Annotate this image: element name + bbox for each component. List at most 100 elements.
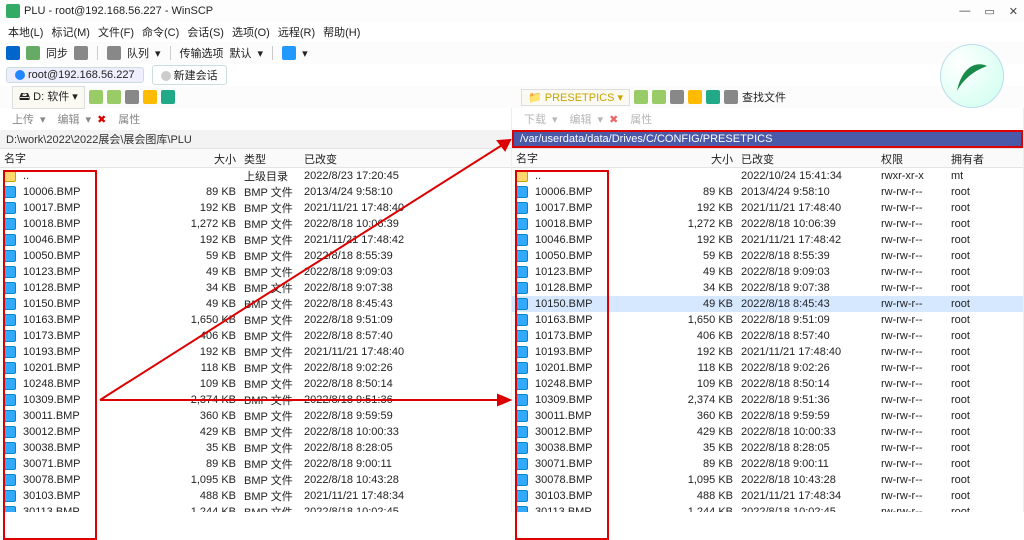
menu-mark[interactable]: 标记(M) (49, 24, 92, 40)
minimize-button[interactable]: — (959, 5, 970, 18)
bmp-file-icon (516, 410, 528, 422)
bmp-file-icon (516, 202, 528, 214)
props-button[interactable]: 属性 (118, 111, 140, 127)
bmp-file-icon (516, 330, 528, 342)
flag-icon[interactable] (6, 46, 20, 60)
rcol-size[interactable]: 大小 (677, 149, 737, 167)
folder-up-icon (4, 170, 16, 182)
rnav-back-icon[interactable] (634, 90, 648, 104)
local-file-list[interactable]: .. 上级目录2022/8/23 17:20:45 10006.BMP 89 K… (0, 168, 511, 512)
rrefresh-icon[interactable] (706, 90, 720, 104)
remote-file-list[interactable]: .. 2022/10/24 15:41:34 rwxr-xr-xmt 10006… (512, 168, 1023, 512)
bmp-file-icon (4, 330, 16, 342)
bmp-file-icon (516, 218, 528, 230)
rcol-name[interactable]: 名字 (512, 149, 677, 167)
bmp-file-icon (516, 490, 528, 502)
bmp-file-icon (4, 362, 16, 374)
local-drive[interactable]: 🖴 D: 软件 ▾ (12, 86, 85, 109)
col-date[interactable]: 已改变 (300, 149, 440, 167)
menu-file[interactable]: 文件(F) (96, 24, 136, 40)
bmp-file-icon (4, 250, 16, 262)
bmp-file-icon (4, 378, 16, 390)
bmp-file-icon (4, 474, 16, 486)
bmp-file-icon (516, 314, 528, 326)
local-header: 名字 大小 类型 已改变 (0, 148, 511, 168)
bmp-file-icon (516, 506, 528, 512)
col-name[interactable]: 名字 (0, 149, 180, 167)
rprops-button[interactable]: 属性 (630, 111, 652, 127)
rcol-date[interactable]: 已改变 (737, 149, 877, 167)
bmp-file-icon (4, 506, 16, 512)
col-size[interactable]: 大小 (180, 149, 240, 167)
bmp-file-icon (516, 378, 528, 390)
menu-options[interactable]: 选项(O) (230, 24, 272, 40)
rnav-up-icon[interactable] (670, 90, 684, 104)
bmp-file-icon (516, 474, 528, 486)
col-type[interactable]: 类型 (240, 149, 300, 167)
titlebar: PLU - root@192.168.56.227 - WinSCP — ▭ ✕ (0, 0, 1024, 22)
transfer-label: 传输选项 (180, 45, 224, 61)
bmp-file-icon (4, 458, 16, 470)
file-row[interactable]: 30113.BMP 1,244 KB2022/8/18 10:02:45 rw-… (512, 504, 1023, 512)
refresh-icon[interactable] (282, 46, 296, 60)
redit-button[interactable]: 编辑 (570, 111, 592, 127)
menu-help[interactable]: 帮助(H) (321, 24, 362, 40)
sync-icon[interactable] (26, 46, 40, 60)
bmp-file-icon (4, 234, 16, 246)
nav-up-icon[interactable] (125, 90, 139, 104)
bmp-file-icon (516, 266, 528, 278)
home-icon[interactable] (143, 90, 157, 104)
transfer-default[interactable]: 默认 (230, 45, 252, 61)
bmp-file-icon (516, 458, 528, 470)
local-pane: 上传▾ 编辑▾ ✖ 属性 D:\work\2022\2022展会\展会图库\PL… (0, 108, 512, 512)
bmp-file-icon (4, 346, 16, 358)
rcol-own[interactable]: 拥有者 (947, 149, 997, 167)
refresh-local-icon[interactable] (161, 90, 175, 104)
nav-back-icon[interactable] (89, 90, 103, 104)
find-files-button[interactable]: 查找文件 (742, 89, 786, 105)
remote-path[interactable]: /var/userdata/data/Drives/C/CONFIG/PRESE… (512, 130, 1023, 148)
bmp-file-icon (4, 266, 16, 278)
bmp-file-icon (516, 362, 528, 374)
find-icon[interactable] (724, 90, 738, 104)
queue-button[interactable]: 队列 (127, 45, 149, 61)
menu-command[interactable]: 命令(C) (140, 24, 181, 40)
rhome-icon[interactable] (688, 90, 702, 104)
remote-header: 名字 大小 已改变 权限 拥有者 (512, 148, 1023, 168)
queue-icon[interactable] (107, 46, 121, 60)
download-button[interactable]: 下载 (524, 111, 546, 127)
upload-button[interactable]: 上传 (12, 111, 34, 127)
close-button[interactable]: ✕ (1009, 5, 1018, 18)
menubar: 本地(L) 标记(M) 文件(F) 命令(C) 会话(S) 选项(O) 远程(R… (0, 22, 1024, 42)
bmp-file-icon (516, 426, 528, 438)
bmp-file-icon (4, 186, 16, 198)
session-bar: root@192.168.56.227 新建会话 (0, 64, 1024, 86)
menu-local[interactable]: 本地(L) (6, 24, 45, 40)
local-path[interactable]: D:\work\2022\2022展会\展会图库\PLU (0, 130, 511, 148)
new-session-tab[interactable]: 新建会话 (152, 65, 227, 85)
delete-icon[interactable]: ✖ (97, 113, 106, 126)
menu-session[interactable]: 会话(S) (185, 24, 226, 40)
menu-remote[interactable]: 远程(R) (276, 24, 317, 40)
edit-button[interactable]: 编辑 (58, 111, 80, 127)
nav-fwd-icon[interactable] (107, 90, 121, 104)
remote-pane: 下载▾ 编辑▾ ✖ 属性 /var/userdata/data/Drives/C… (512, 108, 1024, 512)
remote-folder[interactable]: 📁 PRESETPICS ▾ (521, 89, 630, 106)
winscp-logo (940, 44, 1004, 108)
rdelete-icon[interactable]: ✖ (609, 113, 618, 126)
bmp-file-icon (516, 234, 528, 246)
bmp-file-icon (4, 218, 16, 230)
sync-button[interactable]: 同步 (46, 45, 68, 61)
maximize-button[interactable]: ▭ (984, 5, 994, 18)
bmp-file-icon (4, 410, 16, 422)
bmp-file-icon (4, 490, 16, 502)
folder-up-icon (516, 170, 528, 182)
rnav-fwd-icon[interactable] (652, 90, 666, 104)
toolbar-main: 同步 队列▾ 传输选项 默认▾ ▾ (0, 42, 1024, 64)
bmp-file-icon (4, 426, 16, 438)
bmp-file-icon (4, 282, 16, 294)
browse-icon[interactable] (74, 46, 88, 60)
rcol-perm[interactable]: 权限 (877, 149, 947, 167)
session-tab[interactable]: root@192.168.56.227 (6, 67, 144, 83)
file-row[interactable]: 30113.BMP 1,244 KBBMP 文件2022/8/18 10:02:… (0, 504, 511, 512)
